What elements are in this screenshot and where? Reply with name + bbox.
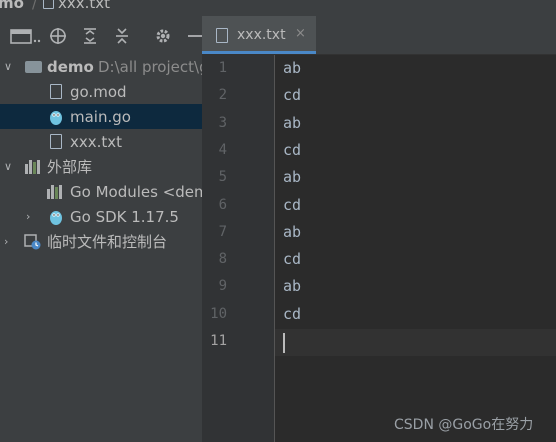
minimize-icon[interactable] bbox=[184, 26, 202, 46]
breadcrumb-project[interactable]: mo bbox=[0, 0, 24, 12]
tree-item-go-mod[interactable]: go.mod bbox=[0, 79, 202, 104]
go-sdk-icon bbox=[49, 209, 63, 225]
tree-item-label: Go Modules <dem bbox=[70, 182, 202, 201]
code-line[interactable]: cd bbox=[283, 250, 301, 268]
tree-item-go-sdk[interactable]: › Go SDK 1.17.5 bbox=[0, 204, 202, 229]
collapse-all-icon[interactable] bbox=[112, 26, 132, 46]
tree-item-label: demo bbox=[47, 57, 94, 76]
text-file-icon bbox=[216, 28, 228, 43]
expand-all-icon[interactable] bbox=[80, 26, 100, 46]
tree-item-path: D:\all project\g bbox=[98, 57, 202, 76]
line-number-gutter bbox=[202, 55, 275, 442]
text-caret bbox=[283, 333, 285, 353]
code-line[interactable]: cd bbox=[283, 196, 301, 214]
breadcrumb-separator: / bbox=[31, 0, 37, 12]
project-view-dropdown[interactable] bbox=[10, 26, 42, 46]
tree-item-label: xxx.txt bbox=[70, 132, 123, 151]
tree-item-scratches[interactable]: › 临时文件和控制台 bbox=[0, 229, 202, 254]
chevron-down-icon[interactable]: ∨ bbox=[4, 60, 12, 73]
tab-xxx-txt[interactable]: xxx.txt × bbox=[202, 16, 316, 54]
gear-icon[interactable] bbox=[153, 26, 173, 46]
line-number: 5 bbox=[218, 169, 227, 186]
line-number: 10 bbox=[210, 305, 227, 322]
tree-item-main-go[interactable]: main.go bbox=[0, 104, 202, 129]
library-icon bbox=[25, 159, 40, 174]
line-number: 1 bbox=[218, 60, 227, 76]
line-number: 4 bbox=[218, 141, 227, 158]
breadcrumb: mo / xxx.txt bbox=[0, 0, 556, 16]
tree-item-go-modules[interactable]: Go Modules <dem bbox=[0, 179, 202, 204]
editor-text-area[interactable] bbox=[275, 55, 556, 442]
breadcrumb-file[interactable]: xxx.txt bbox=[58, 0, 110, 12]
code-line[interactable]: cd bbox=[283, 305, 301, 323]
line-number: 11 bbox=[210, 333, 227, 349]
code-line[interactable]: cd bbox=[283, 141, 301, 159]
code-line[interactable]: ab bbox=[283, 277, 301, 295]
tree-item-demo[interactable]: ∨ demo D:\all project\g bbox=[0, 54, 202, 79]
code-line[interactable]: ab bbox=[283, 59, 301, 77]
chevron-right-icon[interactable]: › bbox=[4, 235, 8, 248]
text-file-icon bbox=[43, 0, 54, 9]
tree-item-external-libraries[interactable]: ∨ 外部库 bbox=[0, 154, 202, 179]
line-number: 6 bbox=[218, 196, 227, 213]
scratches-icon bbox=[24, 234, 42, 254]
tree-item-label: Go SDK 1.17.5 bbox=[70, 207, 179, 226]
go-mod-file-icon bbox=[50, 84, 62, 99]
tree-item-label: main.go bbox=[70, 107, 131, 126]
active-tab-indicator bbox=[202, 51, 316, 54]
line-number: 8 bbox=[218, 251, 227, 268]
close-icon[interactable]: × bbox=[295, 26, 306, 41]
line-number: 9 bbox=[218, 278, 227, 295]
tree-item-label: go.mod bbox=[70, 82, 127, 101]
code-line[interactable]: ab bbox=[283, 223, 301, 241]
chevron-down-icon[interactable]: ∨ bbox=[4, 160, 12, 173]
library-icon bbox=[47, 184, 62, 199]
tree-item-label: 临时文件和控制台 bbox=[47, 233, 168, 251]
chevron-right-icon[interactable]: › bbox=[26, 210, 30, 223]
go-file-icon bbox=[49, 109, 63, 125]
tree-item-xxx-txt[interactable]: xxx.txt bbox=[0, 129, 202, 154]
tree-item-label: 外部库 bbox=[47, 158, 93, 176]
line-number: 2 bbox=[218, 87, 227, 104]
editor-tab-bar: xxx.txt × bbox=[202, 16, 556, 55]
line-number: 7 bbox=[218, 223, 227, 240]
project-toolbar bbox=[0, 16, 202, 54]
tab-label: xxx.txt bbox=[237, 27, 286, 43]
line-number: 3 bbox=[218, 114, 227, 131]
locate-icon[interactable] bbox=[48, 26, 68, 46]
folder-icon bbox=[25, 60, 42, 73]
code-line[interactable]: cd bbox=[283, 86, 301, 104]
code-line[interactable]: ab bbox=[283, 114, 301, 132]
text-file-icon bbox=[50, 134, 62, 149]
watermark: CSDN @GoGo在努力 bbox=[394, 417, 534, 433]
code-line[interactable]: ab bbox=[283, 168, 301, 186]
